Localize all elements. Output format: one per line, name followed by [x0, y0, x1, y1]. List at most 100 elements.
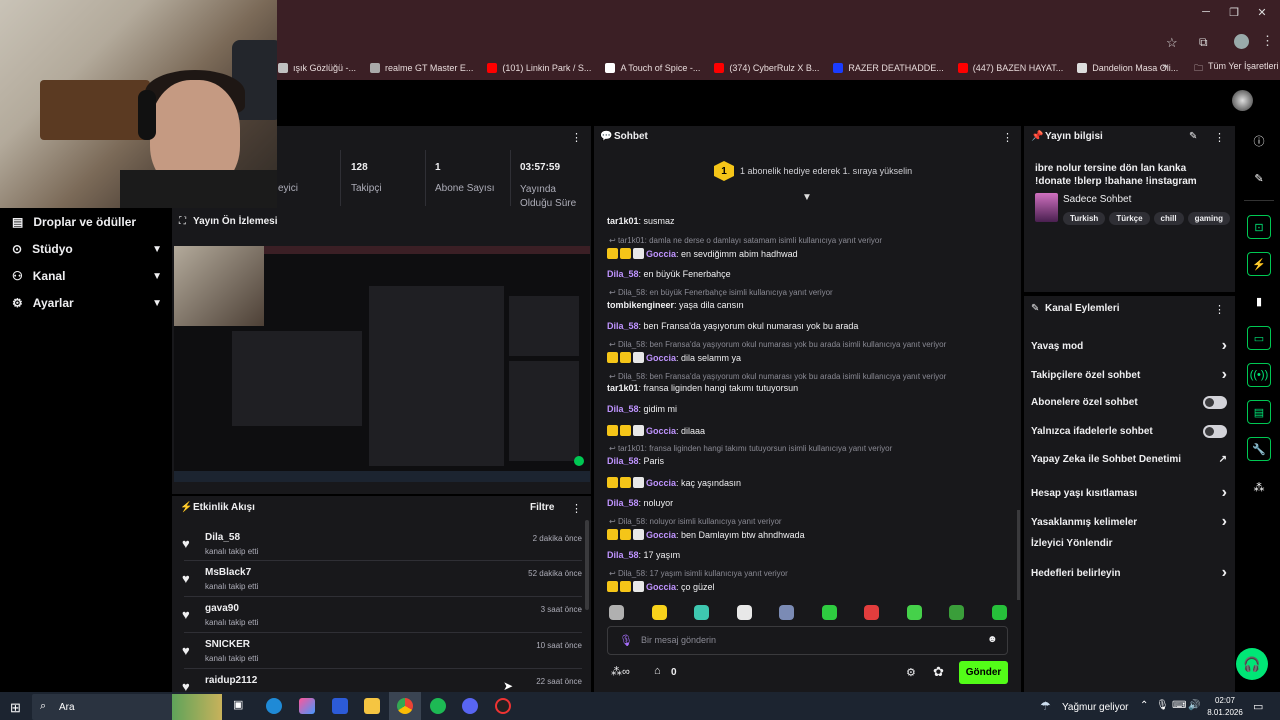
- star-icon[interactable]: ☆: [1166, 35, 1178, 51]
- category-thumbnail[interactable]: [1035, 193, 1058, 222]
- emote-icon[interactable]: [991, 605, 1007, 620]
- chat-username[interactable]: tar1k01: [607, 216, 639, 226]
- clock-time[interactable]: 02:07: [1213, 696, 1237, 705]
- extensions-icon[interactable]: ⧉: [1199, 35, 1208, 50]
- close-icon[interactable]: ✕: [1254, 6, 1270, 19]
- channel-action-item[interactable]: Abonelere özel sohbet: [1031, 396, 1227, 409]
- chat-settings-icon[interactable]: ⚙: [906, 666, 916, 679]
- chat-username[interactable]: Goccia: [646, 249, 676, 259]
- chat-scrollbar[interactable]: [1017, 510, 1020, 600]
- chat-username[interactable]: Goccia: [646, 353, 676, 363]
- category-name[interactable]: Sadece Sohbet: [1063, 194, 1131, 205]
- bookmark-item[interactable]: RAZER DEATHADDE...: [833, 63, 944, 73]
- bookmark-item[interactable]: ışık Gözlüğü -...: [278, 63, 356, 73]
- chat-message[interactable]: Dila_58: Paris: [607, 456, 1007, 466]
- emote-icon[interactable]: [821, 605, 837, 620]
- chat-username[interactable]: Goccia: [646, 582, 676, 592]
- chat-message[interactable]: Dila_58: 17 yaşım: [607, 550, 1007, 560]
- tag[interactable]: Türkçe: [1109, 212, 1150, 225]
- channel-action-item[interactable]: Yalnızca ifadelerle sohbet: [1031, 425, 1227, 438]
- crown-badge-icon[interactable]: [607, 352, 618, 363]
- chat-icon[interactable]: ▭: [1247, 326, 1271, 350]
- channel-action-item[interactable]: Yasaklanmış kelimeler ›: [1031, 513, 1227, 531]
- document-icon[interactable]: ▮: [1247, 289, 1271, 313]
- chat-message[interactable]: Goccia: ço güzel: [607, 581, 1007, 592]
- emote-icon[interactable]: [779, 605, 794, 620]
- nav-settings[interactable]: ⚙ Ayarlar ▼: [12, 296, 162, 310]
- chat-message[interactable]: Dila_58: gidim mi: [607, 404, 1007, 414]
- emoji-icon[interactable]: ☻: [987, 634, 998, 645]
- verified-badge-icon[interactable]: [633, 248, 644, 259]
- edit-icon[interactable]: ✎: [1189, 131, 1197, 142]
- verified-badge-icon[interactable]: [633, 529, 644, 540]
- chat-username[interactable]: Dila_58: [607, 498, 639, 508]
- chat-message[interactable]: Dila_58: ben Fransa'da yaşıyorum okul nu…: [607, 321, 1007, 331]
- task-view-icon[interactable]: ▣: [233, 698, 249, 714]
- notification-icon[interactable]: ▭: [1253, 700, 1263, 713]
- user-avatar[interactable]: [1232, 90, 1253, 111]
- volume-icon[interactable]: 🔊: [1188, 700, 1200, 711]
- sub-badge-icon[interactable]: [620, 425, 631, 436]
- activity-scrollbar[interactable]: [585, 520, 589, 610]
- sub-badge-icon[interactable]: [620, 352, 631, 363]
- clip-icon[interactable]: ⊡: [1247, 215, 1271, 239]
- bookmark-item[interactable]: (374) CyberRulz X B...: [714, 63, 819, 73]
- chat-username[interactable]: Dila_58: [607, 321, 639, 331]
- channel-action-item[interactable]: Yavaş mod ›: [1031, 337, 1227, 355]
- edge-icon[interactable]: [266, 698, 282, 714]
- send-button[interactable]: Gönder: [959, 661, 1008, 684]
- chat-menu-icon[interactable]: ⋮: [1002, 131, 1013, 144]
- chat-username[interactable]: Dila_58: [607, 550, 639, 560]
- chrome-icon[interactable]: [397, 698, 413, 714]
- all-bookmarks[interactable]: 🗀 Tüm Yer İşaretleri: [1194, 61, 1279, 77]
- sub-badge-icon[interactable]: [620, 248, 631, 259]
- channel-action-item[interactable]: Takipçilere özel sohbet ›: [1031, 366, 1227, 384]
- channel-action-item[interactable]: İzleyici Yönlendir: [1031, 538, 1227, 549]
- verified-badge-icon[interactable]: [633, 477, 644, 488]
- chat-message[interactable]: Dila_58: en büyük Fenerbahçe: [607, 269, 1007, 279]
- weather-text[interactable]: Yağmur geliyor: [1062, 702, 1129, 713]
- chat-message[interactable]: Goccia: kaç yaşındasın: [607, 477, 1007, 488]
- chat-message[interactable]: Goccia: ben Damlayım btw ahndhwada: [607, 529, 1007, 540]
- activity-menu-icon[interactable]: ⋮: [571, 502, 582, 515]
- spotify-icon[interactable]: [430, 698, 446, 714]
- chat-message[interactable]: Goccia: dila selamm ya: [607, 352, 1007, 363]
- toggle-switch[interactable]: [1203, 425, 1227, 438]
- chat-username[interactable]: Dila_58: [607, 269, 639, 279]
- nav-drops[interactable]: ▤ Droplar ve ödüller: [12, 215, 162, 229]
- toggle-switch[interactable]: [1203, 396, 1227, 409]
- app-icon[interactable]: [495, 698, 511, 714]
- info-menu-icon[interactable]: ⋮: [1214, 131, 1225, 144]
- chat-message[interactable]: tar1k01: fransa liginden hangi takımı tu…: [607, 383, 1007, 393]
- crown-badge-icon[interactable]: [607, 477, 618, 488]
- emote-icon[interactable]: [864, 605, 879, 620]
- microphone-tray-icon[interactable]: 🎙: [1156, 700, 1169, 711]
- emote-icon[interactable]: [949, 605, 964, 620]
- menu-icon[interactable]: ⋮: [1261, 33, 1274, 49]
- info-icon[interactable]: ⓘ: [1247, 129, 1271, 153]
- chat-username[interactable]: Goccia: [646, 530, 676, 540]
- profile-avatar[interactable]: [1234, 34, 1249, 49]
- chat-message[interactable]: tar1k01: susmaz: [607, 216, 1007, 226]
- network-icon[interactable]: ⌨: [1172, 700, 1186, 711]
- bookmark-item[interactable]: (447) BAZEN HAYAT...: [957, 63, 1063, 73]
- store-app-icon[interactable]: [332, 698, 348, 714]
- microphone-icon[interactable]: 🎙: [619, 634, 633, 647]
- chat-username[interactable]: Dila_58: [607, 404, 639, 414]
- channel-action-item[interactable]: Hedefleri belirleyin ›: [1031, 564, 1227, 582]
- pencil-icon[interactable]: ✎: [1247, 166, 1271, 190]
- verified-badge-icon[interactable]: [633, 581, 644, 592]
- tray-chevron-icon[interactable]: ⌃: [1140, 700, 1148, 711]
- bookmark-item[interactable]: A Touch of Spice -...: [605, 63, 700, 73]
- emote-icon[interactable]: [736, 605, 752, 620]
- chat-username[interactable]: tar1k01: [607, 383, 639, 393]
- channel-action-item[interactable]: Hesap yaşı kısıtlaması ›: [1031, 484, 1227, 502]
- chat-username[interactable]: Goccia: [646, 426, 676, 436]
- verified-badge-icon[interactable]: [633, 352, 644, 363]
- emote-icon[interactable]: [694, 605, 709, 620]
- crown-badge-icon[interactable]: [607, 248, 618, 259]
- discord-icon[interactable]: [462, 698, 478, 714]
- sub-badge-icon[interactable]: [620, 581, 631, 592]
- tag[interactable]: gaming: [1187, 212, 1231, 225]
- broadcast-icon[interactable]: ((•)): [1247, 363, 1271, 387]
